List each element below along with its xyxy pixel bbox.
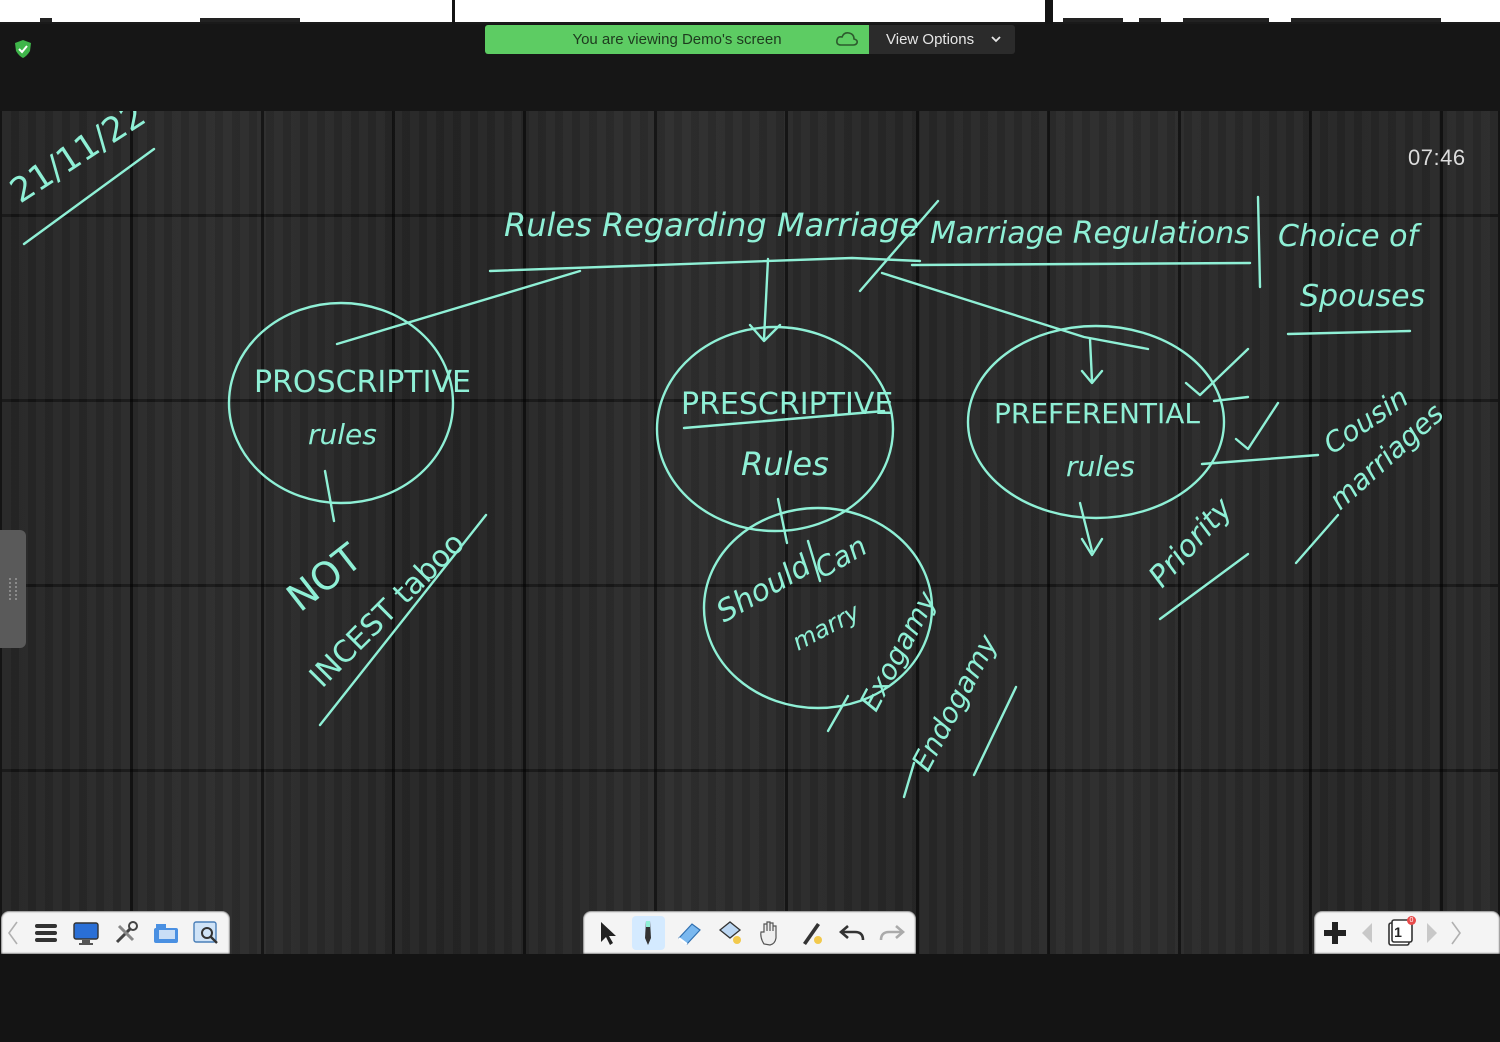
connector-to-preferential <box>880 271 1150 351</box>
node-circle-proscriptive <box>227 301 455 505</box>
node-proscriptive-title: PROSCRIPTIVE <box>254 365 471 400</box>
ink-layer: 21/11/22 Rules Regarding Marriage Marria… <box>3 111 1450 799</box>
view-options-label: View Options <box>886 31 975 48</box>
view-options-button[interactable]: View Options <box>869 25 1015 54</box>
node-prescriptive-title: PRESCRIPTIVE <box>681 387 893 422</box>
side-panel-handle[interactable] <box>0 530 26 648</box>
pen-icon[interactable] <box>631 915 666 950</box>
page-icon[interactable]: 1 0 <box>1383 915 1417 950</box>
undo-icon[interactable] <box>835 916 869 950</box>
connector-proscriptive-note <box>323 469 336 523</box>
tools-icon[interactable] <box>109 916 142 950</box>
fill-icon[interactable] <box>713 916 747 950</box>
whiteboard-canvas[interactable]: 21/11/22 Rules Regarding Marriage Marria… <box>2 111 1498 954</box>
folder-icon[interactable] <box>150 916 183 950</box>
node-preferential-sub: rules <box>1066 450 1135 483</box>
thumbnail-sliver <box>40 18 52 22</box>
note-should: Should <box>711 548 818 630</box>
participant-thumbnail[interactable] <box>1053 0 1500 24</box>
session-timer: 07:46 <box>1408 145 1466 170</box>
cloud-icon <box>836 32 858 46</box>
note-not: NOT <box>278 535 370 620</box>
title-rules-regarding-marriage: Rules Regarding Marriage <box>504 206 919 244</box>
screen-share-banner-text: You are viewing Demo's screen <box>572 31 782 48</box>
magic-pen-icon[interactable] <box>794 916 828 950</box>
eraser-icon[interactable] <box>672 916 706 950</box>
bottom-bar <box>0 954 1500 1042</box>
thumbnail-sliver <box>1139 18 1161 22</box>
title-spouses: Spouses <box>1300 279 1425 314</box>
grip-icon <box>9 578 17 600</box>
regulations-underline <box>910 261 1252 267</box>
node-circle-prescriptive <box>655 325 895 533</box>
prev-page-icon[interactable] <box>1359 916 1375 950</box>
image-search-icon[interactable] <box>190 916 223 950</box>
endogamy-tick <box>902 761 916 799</box>
select-arrow-icon[interactable] <box>591 916 625 950</box>
chevron-down-icon <box>991 36 1001 43</box>
node-preferential-title: PREFERENTIAL <box>994 397 1200 430</box>
menu-icon[interactable] <box>29 916 62 950</box>
next-page-icon[interactable] <box>1424 916 1440 950</box>
title-underline <box>488 256 922 273</box>
add-page-icon[interactable] <box>1318 916 1352 950</box>
cousin-tick <box>1294 513 1340 565</box>
title-marriage-regulations: Marriage Regulations <box>930 216 1250 251</box>
participant-thumbnail[interactable] <box>0 0 452 24</box>
node-proscriptive-sub: rules <box>308 418 377 451</box>
connector-prescriptive-note <box>776 497 789 545</box>
thumbnail-sliver <box>1063 18 1123 22</box>
participant-thumbnail[interactable] <box>455 0 1045 24</box>
connector-cousin <box>1200 453 1320 466</box>
hand-icon[interactable] <box>754 916 788 950</box>
toolbar-drawing <box>583 911 916 954</box>
date-text: 21/11/22 <box>3 111 153 212</box>
check-mark-3 <box>1234 401 1280 451</box>
toolbar-left <box>1 911 230 954</box>
note-exogamy: Exogamy <box>853 585 943 716</box>
thumbnail-sliver <box>200 18 300 22</box>
spouses-underline <box>1286 329 1412 336</box>
title-separator-bar <box>1256 195 1262 289</box>
thumbnail-sliver <box>1183 18 1269 22</box>
collapse-left-icon[interactable] <box>5 916 21 950</box>
arrow-preferential-down <box>1078 501 1104 557</box>
endogamy-strike <box>972 685 1018 777</box>
collapse-right-icon[interactable] <box>1448 916 1464 950</box>
exogamy-tick <box>826 694 850 733</box>
note-marry: marry <box>788 597 865 656</box>
redo-icon[interactable] <box>875 916 909 950</box>
thumbnail-sliver <box>1291 18 1441 22</box>
title-choice-of: Choice of <box>1278 219 1422 254</box>
page-badge: 0 <box>1407 915 1416 925</box>
node-prescriptive-sub: Rules <box>741 445 829 483</box>
arrow-preferential <box>1080 337 1104 385</box>
screen-share-banner: You are viewing Demo's screen <box>485 25 869 54</box>
toolbar-pages: 1 0 <box>1314 911 1500 954</box>
shield-check-icon[interactable] <box>13 39 33 59</box>
display-icon[interactable] <box>69 916 102 950</box>
